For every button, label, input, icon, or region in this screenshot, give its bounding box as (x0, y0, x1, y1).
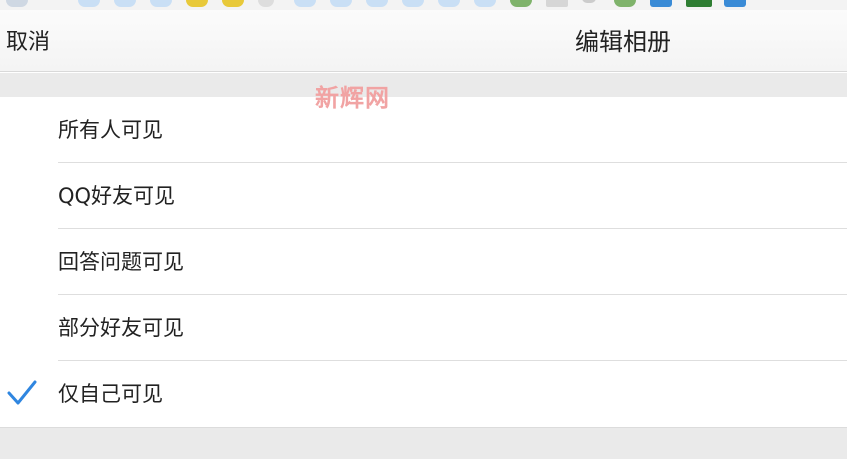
heart-icon (258, 0, 274, 7)
option-label: QQ好友可见 (58, 184, 176, 208)
cube-icon (650, 0, 672, 7)
option-everyone[interactable]: 所有人可见 (0, 97, 847, 163)
page-title: 编辑相册 (575, 28, 671, 56)
option-only-me[interactable]: 仅自己可见 (0, 361, 847, 427)
section-spacer (0, 73, 847, 97)
option-qq-friends[interactable]: QQ好友可见 (0, 163, 847, 229)
cloud-icon (330, 0, 352, 7)
option-some-friends[interactable]: 部分好友可见 (0, 295, 847, 361)
status-bar (0, 0, 847, 10)
visibility-option-list: 所有人可见 QQ好友可见 回答问题可见 部分好友可见 仅自己可见 (0, 97, 847, 427)
notification-icon (6, 0, 28, 7)
cloud-icon (150, 0, 172, 7)
section-spacer (0, 427, 847, 459)
option-label: 仅自己可见 (58, 382, 163, 406)
cloud-icon (474, 0, 496, 7)
app-icon (614, 0, 636, 7)
top-bar: 取消 编辑相册 (0, 10, 847, 72)
cloud-icon (78, 0, 100, 7)
battery-icon (686, 0, 712, 7)
option-label: 部分好友可见 (58, 316, 184, 340)
watermark-logo: 新辉网 (315, 84, 390, 112)
checkmark-icon (7, 380, 37, 405)
cloud-icon (366, 0, 388, 7)
cloud-icon (114, 0, 136, 7)
option-label: 所有人可见 (58, 118, 163, 142)
option-label: 回答问题可见 (58, 250, 184, 274)
cancel-button[interactable]: 取消 (6, 29, 50, 57)
app-icon (510, 0, 532, 7)
app-icon (546, 0, 568, 7)
cloud-icon (402, 0, 424, 7)
cube-icon (724, 0, 746, 7)
minus-icon (582, 0, 596, 3)
option-answer-question[interactable]: 回答问题可见 (0, 229, 847, 295)
cloud-icon (294, 0, 316, 7)
smiley-icon (186, 0, 208, 7)
cloud-icon (438, 0, 460, 7)
smiley-icon (222, 0, 244, 7)
